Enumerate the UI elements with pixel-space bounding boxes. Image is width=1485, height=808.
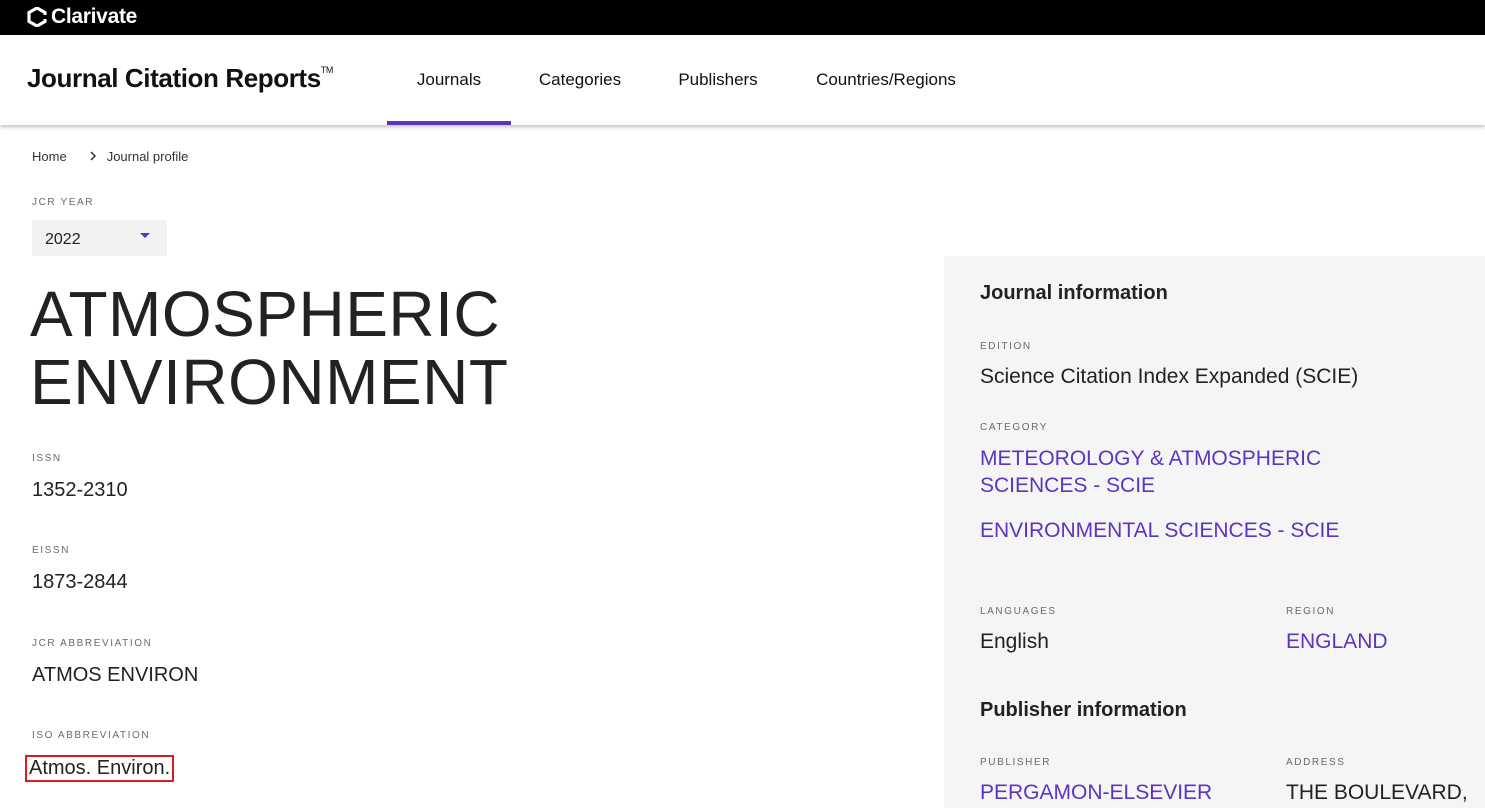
- address-label: ADDRESS: [1286, 757, 1346, 768]
- journal-information-heading: Journal information: [980, 282, 1168, 304]
- jcr-year-value: 2022: [45, 231, 81, 248]
- clarivate-logo[interactable]: Clarivate: [27, 5, 137, 29]
- nav-tab-journals[interactable]: Journals: [387, 35, 511, 125]
- jcr-abbreviation-label: JCR ABBREVIATION: [32, 638, 153, 649]
- trademark-mark: TM: [320, 65, 334, 76]
- issn-value: 1352-2310: [32, 479, 128, 501]
- languages-value: English: [980, 630, 1049, 653]
- app-title-text: Journal Citation Reports: [27, 63, 321, 93]
- region-label: REGION: [1286, 606, 1336, 617]
- nav-tab-label: Countries/Regions: [816, 70, 956, 89]
- nav-tab-categories[interactable]: Categories: [527, 35, 633, 125]
- category-label: CATEGORY: [980, 422, 1048, 433]
- app-title[interactable]: Journal Citation ReportsTM: [27, 63, 333, 94]
- nav-tab-label: Publishers: [678, 70, 758, 89]
- iso-abbreviation-label: ISO ABBREVIATION: [32, 730, 151, 741]
- eissn-value: 1873-2844: [32, 571, 128, 593]
- top-bar: Clarivate: [0, 0, 1485, 35]
- main-navigation: Journal Citation ReportsTM Journals Cate…: [0, 35, 1485, 125]
- journal-title: ATMOSPHERIC ENVIRONMENT: [30, 280, 508, 416]
- journal-info-panel: Journal information EDITION Science Cita…: [944, 256, 1485, 808]
- edition-value: Science Citation Index Expanded (SCIE): [980, 365, 1359, 388]
- clarivate-logo-icon: [27, 6, 47, 28]
- nav-tab-label: Categories: [538, 70, 622, 89]
- category-link-meteorology[interactable]: METEOROLOGY & ATMOSPHERIC SCIENCES - SCI…: [980, 445, 1321, 499]
- nav-tab-countries-regions[interactable]: Countries/Regions: [803, 35, 969, 125]
- address-value: THE BOULEVARD,: [1286, 781, 1468, 804]
- publisher-label: PUBLISHER: [980, 757, 1052, 768]
- edition-label: EDITION: [980, 341, 1032, 352]
- nav-tab-label: Journals: [416, 70, 482, 89]
- brand-name: Clarivate: [51, 5, 138, 28]
- category-link-line: SCIENCES - SCIE: [980, 474, 1156, 497]
- breadcrumb-current: Journal profile: [106, 149, 189, 164]
- breadcrumb-home-link[interactable]: Home: [32, 149, 67, 164]
- breadcrumb: Home Journal profile: [32, 149, 188, 164]
- journal-title-line-1: ATMOSPHERIC: [30, 278, 501, 350]
- publisher-information-heading: Publisher information: [980, 699, 1187, 721]
- iso-abbreviation-value: Atmos. Environ.: [25, 755, 175, 782]
- region-link[interactable]: ENGLAND: [1286, 628, 1388, 655]
- jcr-abbreviation-value: ATMOS ENVIRON: [32, 664, 199, 686]
- languages-label: LANGUAGES: [980, 606, 1057, 617]
- category-link-environmental-sciences[interactable]: ENVIRONMENTAL SCIENCES - SCIE: [980, 517, 1339, 544]
- publisher-link[interactable]: PERGAMON-ELSEVIER: [980, 779, 1212, 806]
- caret-down-icon: [140, 233, 150, 238]
- jcr-year-label: JCR YEAR: [32, 197, 95, 208]
- nav-tab-publishers[interactable]: Publishers: [665, 35, 771, 125]
- eissn-label: EISSN: [32, 545, 71, 556]
- category-link-line: METEOROLOGY & ATMOSPHERIC: [980, 447, 1322, 470]
- jcr-year-dropdown[interactable]: 2022: [32, 220, 167, 256]
- chevron-right-icon: [89, 150, 97, 164]
- journal-title-line-2: ENVIRONMENT: [30, 346, 509, 418]
- issn-label: ISSN: [32, 453, 62, 464]
